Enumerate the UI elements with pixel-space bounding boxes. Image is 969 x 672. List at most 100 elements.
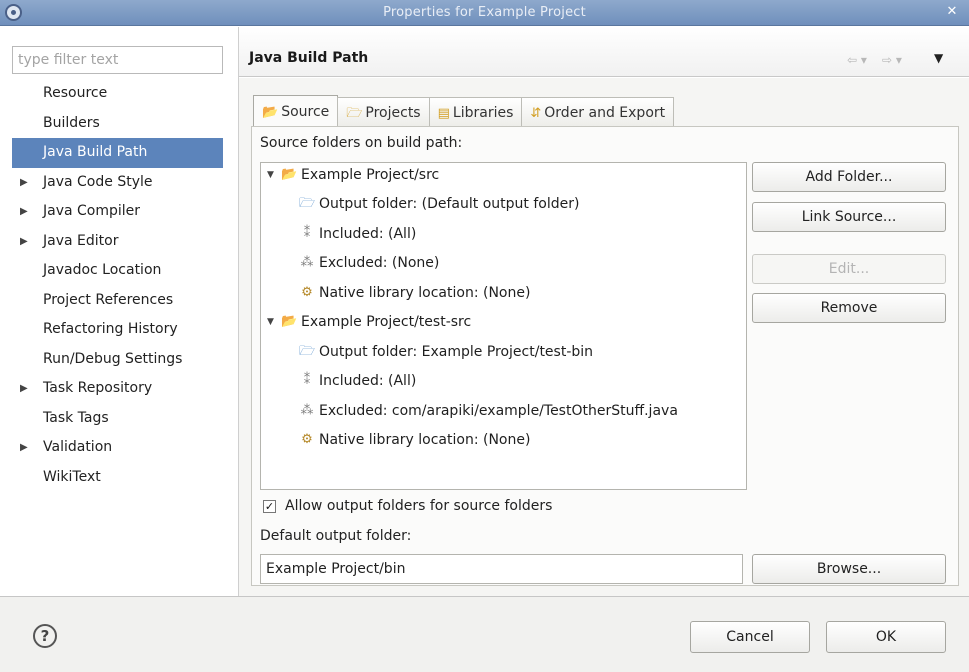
link-source-button[interactable]: Link Source... [752,202,946,232]
nav-item-label: Java Editor [43,232,119,249]
source-folder-icon: 📂 [281,167,298,182]
tab-order-and-export[interactable]: ⇵ Order and Export [521,97,675,128]
expand-arrow-icon[interactable]: ▶ [20,374,28,404]
remove-button[interactable]: Remove [752,293,946,323]
nav-item-label: WikiText [43,468,101,485]
cancel-button[interactable]: Cancel [690,621,810,653]
expand-arrow-icon[interactable]: ▶ [20,227,28,257]
add-folder-button[interactable]: Add Folder... [752,162,946,192]
browse-button[interactable]: Browse... [752,554,946,584]
excluded-filter-icon: ⁂ [300,255,314,270]
page-header: Java Build Path ⇦ ▾ ⇨ ▾ ▼ [239,27,969,77]
nav-item-builders[interactable]: Builders [12,109,223,139]
nav-item-label: Java Compiler [43,203,141,219]
tree-item-native-library[interactable]: ⚙ Native library location: (None) [299,281,530,305]
page-title: Java Build Path [249,50,369,66]
help-icon[interactable]: ? [33,624,57,648]
tree-item-output-folder[interactable]: 🗁 Output folder: Example Project/test-bi… [299,340,593,364]
nav-item-task-tags[interactable]: Task Tags [12,404,223,434]
nav-item-java-editor[interactable]: ▶ Java Editor [12,227,223,257]
order-export-icon: ⇵ [530,105,542,121]
source-folder-icon: 📂 [262,104,279,120]
tab-label: Libraries [452,104,514,121]
nav-item-label: Javadoc Location [43,262,162,278]
forward-arrow-icon[interactable]: ⇨ ▾ [882,53,902,67]
tab-label: Order and Export [544,104,666,121]
tree-item-label: Output folder: Example Project/test-bin [319,344,594,360]
tree-item-label: Example Project/test-src [301,314,472,330]
project-icon: 🗁 [346,105,363,121]
edit-button[interactable]: Edit... [752,254,946,284]
nav-item-javadoc-location[interactable]: Javadoc Location [12,256,223,286]
nav-item-validation[interactable]: ▶ Validation [12,433,223,463]
property-pages-tree: Resource Builders Java Build Path ▶ Java … [12,79,223,492]
nav-item-java-build-path[interactable]: Java Build Path [12,138,223,168]
excluded-filter-icon: ⁂ [300,403,314,418]
main-panel: 📂 Source 🗁 Projects ▤ Libraries ⇵ Order … [239,78,969,596]
close-icon[interactable]: ✕ [943,3,961,21]
tab-bar: 📂 Source 🗁 Projects ▤ Libraries ⇵ Order … [253,95,675,128]
native-library-icon: ⚙ [301,285,313,300]
allow-output-folders-label: Allow output folders for source folders [285,498,553,514]
tree-item-excluded[interactable]: ⁂ Excluded: (None) [299,251,440,275]
nav-item-label: Task Tags [43,409,109,426]
tree-item-test-src[interactable]: ▼ 📂 Example Project/test-src [267,310,471,334]
output-folder-icon: 🗁 [299,344,316,359]
nav-item-run-debug-settings[interactable]: Run/Debug Settings [12,345,223,375]
expand-arrow-icon[interactable]: ▶ [20,168,28,198]
tree-item-included[interactable]: ⁑ Included: (All) [299,369,417,393]
title-bar: Properties for Example Project ✕ [0,0,969,26]
view-menu-icon[interactable]: ▼ [934,51,943,65]
tree-item-excluded[interactable]: ⁂ Excluded: com/arapiki/example/TestOthe… [299,399,678,423]
nav-item-resource[interactable]: Resource [12,79,223,109]
tree-item-label: Excluded: (None) [319,255,440,271]
tree-item-included[interactable]: ⁑ Included: (All) [299,222,417,246]
nav-item-task-repository[interactable]: ▶ Task Repository [12,374,223,404]
included-filter-icon: ⁑ [303,373,311,388]
tree-item-label: Example Project/src [301,167,440,183]
left-pane: Resource Builders Java Build Path ▶ Java … [0,27,238,596]
collapse-arrow-icon[interactable]: ▼ [267,310,277,334]
tree-item-label: Included: (All) [319,373,417,389]
back-arrow-icon[interactable]: ⇦ ▾ [847,53,867,67]
nav-item-label: Project References [43,291,174,308]
default-output-folder-input[interactable] [260,554,743,584]
tree-item-native-library[interactable]: ⚙ Native library location: (None) [299,428,530,452]
included-filter-icon: ⁑ [303,226,311,241]
filter-input[interactable] [12,46,223,74]
tree-item-src[interactable]: ▼ 📂 Example Project/src [267,163,439,187]
dialog-footer: ? Cancel OK [0,597,969,672]
output-folder-icon: 🗁 [299,196,316,211]
nav-item-label: Builders [43,114,100,131]
tree-item-label: Native library location: (None) [319,432,531,448]
nav-item-java-code-style[interactable]: ▶ Java Code Style [12,168,223,198]
tab-label: Source [281,103,330,120]
tree-item-label: Native library location: (None) [319,285,531,301]
tree-item-output-folder[interactable]: 🗁 Output folder: (Default output folder) [299,192,579,216]
nav-item-wikitext[interactable]: WikiText [12,463,223,493]
allow-output-folders-checkbox[interactable]: ✓ [263,500,276,513]
window-title: Properties for Example Project [383,5,586,20]
collapse-arrow-icon[interactable]: ▼ [267,163,277,187]
nav-item-label: Task Repository [43,380,153,396]
nav-item-label: Resource [43,85,108,101]
expand-arrow-icon[interactable]: ▶ [20,197,28,227]
source-folders-label: Source folders on build path: [260,135,463,151]
source-folders-tree[interactable]: ▼ 📂 Example Project/src 🗁 Output folder:… [260,162,747,490]
tab-projects[interactable]: 🗁 Projects [337,97,430,128]
nav-item-label: Java Build Path [43,144,148,160]
tab-libraries[interactable]: ▤ Libraries [428,97,523,128]
nav-item-refactoring-history[interactable]: Refactoring History [12,315,223,345]
source-folder-icon: 📂 [281,314,298,329]
tab-source[interactable]: 📂 Source [253,95,339,128]
nav-item-label: Java Code Style [43,173,153,190]
libraries-icon: ▤ [437,105,450,121]
default-output-folder-label: Default output folder: [260,528,412,544]
nav-item-label: Validation [43,439,113,455]
tree-item-label: Output folder: (Default output folder) [319,196,580,212]
nav-item-project-references[interactable]: Project References [12,286,223,316]
ok-button[interactable]: OK [826,621,946,653]
expand-arrow-icon[interactable]: ▶ [20,433,28,463]
nav-item-java-compiler[interactable]: ▶ Java Compiler [12,197,223,227]
tree-item-label: Included: (All) [319,226,417,242]
